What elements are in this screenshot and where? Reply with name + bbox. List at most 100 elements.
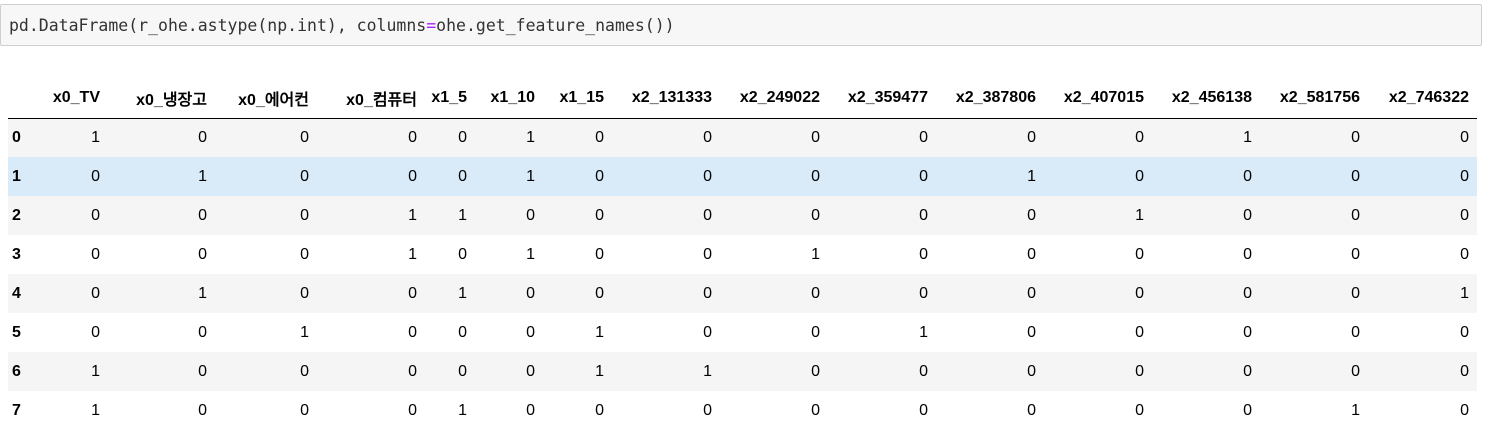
column-header: x0_에어컨	[215, 78, 317, 119]
table-cell: 0	[1351, 284, 1360, 302]
table-cell: 0	[811, 167, 820, 185]
table-cell: 0	[1243, 323, 1252, 341]
table-cell: 0	[1460, 128, 1469, 146]
table-cell: 1	[526, 128, 535, 146]
table-cell: 0	[91, 284, 100, 302]
table-cell: 1	[458, 284, 467, 302]
table-cell: 0	[595, 245, 604, 263]
table-cell: 1	[526, 245, 535, 263]
table-row: 7 1 0 0 0 1 0 0 0 0 0 0 0 0 1 0	[8, 391, 1477, 430]
table-cell: 0	[1027, 245, 1036, 263]
table-cell: 0	[811, 323, 820, 341]
table-cell: 0	[300, 401, 309, 419]
table-cell: 0	[198, 401, 207, 419]
table-row: 4 0 1 0 0 1 0 0 0 0 0 0 0 0 0 1	[8, 274, 1477, 313]
table-cell: 1	[458, 401, 467, 419]
table-cell: 0	[1027, 284, 1036, 302]
table-cell: 0	[1243, 206, 1252, 224]
table-cell: 0	[198, 245, 207, 263]
column-header: x0_냉장고	[108, 78, 215, 119]
table-cell: 0	[300, 206, 309, 224]
table-cell: 0	[408, 167, 417, 185]
table-cell: 1	[595, 362, 604, 380]
table-cell: 0	[1135, 401, 1144, 419]
code-cell-input[interactable]: pd.DataFrame(r_ohe.astype(np.int), colum…	[0, 4, 1482, 46]
table-cell: 0	[703, 284, 712, 302]
table-cell: 0	[811, 206, 820, 224]
table-header-row: x0_TV x0_냉장고 x0_에어컨 x0_컴퓨터 x1_5 x1_10 x1_15 x2_…	[8, 78, 1477, 119]
column-header: x2_387806	[936, 78, 1044, 119]
table-cell: 0	[811, 401, 820, 419]
table-cell: 0	[458, 167, 467, 185]
table-cell: 0	[1351, 167, 1360, 185]
table-cell: 1	[408, 206, 417, 224]
table-cell: 0	[919, 284, 928, 302]
row-index: 0	[12, 128, 21, 146]
table-cell: 0	[1027, 401, 1036, 419]
code-text-suffix: ohe.get_feature_names())	[436, 15, 675, 35]
table-cell: 0	[703, 245, 712, 263]
table-cell: 0	[1243, 401, 1252, 419]
column-header: x2_359477	[828, 78, 936, 119]
cell-output: x0_TV x0_냉장고 x0_에어컨 x0_컴퓨터 x1_5 x1_10 x1_15 x2_…	[8, 78, 1477, 430]
table-cell: 0	[1351, 323, 1360, 341]
table-cell: 1	[811, 245, 820, 263]
table-cell: 0	[526, 284, 535, 302]
table-cell: 1	[1135, 206, 1144, 224]
code-text-prefix: pd.DataFrame(r_ohe.astype(np.int), colum…	[9, 15, 427, 35]
table-cell: 0	[300, 362, 309, 380]
table-cell: 1	[919, 323, 928, 341]
table-cell: 0	[1351, 245, 1360, 263]
table-row: 3 0 0 0 1 0 1 0 0 1 0 0 0 0 0 0	[8, 235, 1477, 274]
table-cell: 0	[458, 128, 467, 146]
table-cell: 0	[595, 401, 604, 419]
row-index: 2	[12, 206, 21, 224]
table-cell: 0	[595, 206, 604, 224]
column-header: x2_456138	[1152, 78, 1260, 119]
table-cell: 0	[1460, 167, 1469, 185]
table-cell: 0	[1135, 128, 1144, 146]
table-cell: 1	[91, 401, 100, 419]
table-cell: 0	[1460, 323, 1469, 341]
table-cell: 1	[458, 206, 467, 224]
table-cell: 0	[408, 284, 417, 302]
table-cell: 0	[1243, 167, 1252, 185]
table-cell: 0	[526, 362, 535, 380]
column-header: x2_249022	[720, 78, 828, 119]
table-cell: 0	[1243, 284, 1252, 302]
table-cell: 0	[1135, 362, 1144, 380]
table-cell: 0	[703, 128, 712, 146]
table-cell: 1	[300, 323, 309, 341]
table-cell: 1	[1027, 167, 1036, 185]
table-cell: 0	[919, 401, 928, 419]
table-cell: 0	[919, 362, 928, 380]
column-header: x2_131333	[612, 78, 720, 119]
table-cell: 0	[1027, 323, 1036, 341]
table-row: 5 0 0 1 0 0 0 1 0 0 1 0 0 0 0 0	[8, 313, 1477, 352]
row-index: 7	[12, 401, 21, 419]
table-row: 1 0 1 0 0 0 1 0 0 0 0 1 0 0 0 0	[8, 157, 1477, 196]
table-cell: 0	[1027, 206, 1036, 224]
table-cell: 1	[198, 284, 207, 302]
row-index: 3	[12, 245, 21, 263]
column-header: x1_5	[425, 78, 475, 119]
table-cell: 1	[91, 362, 100, 380]
table-cell: 0	[408, 362, 417, 380]
table-cell: 0	[198, 206, 207, 224]
table-cell: 0	[408, 323, 417, 341]
table-cell: 0	[1460, 362, 1469, 380]
column-header: x0_TV	[38, 78, 108, 119]
table-cell: 1	[703, 362, 712, 380]
table-cell: 0	[300, 284, 309, 302]
table-cell: 0	[1027, 362, 1036, 380]
table-cell: 0	[811, 362, 820, 380]
table-cell: 0	[526, 323, 535, 341]
column-header: x2_746322	[1368, 78, 1477, 119]
column-header: x0_컴퓨터	[317, 78, 425, 119]
row-index: 6	[12, 362, 21, 380]
table-cell: 0	[300, 167, 309, 185]
table-cell: 0	[1135, 245, 1144, 263]
table-cell: 0	[198, 128, 207, 146]
table-cell: 0	[919, 167, 928, 185]
table-cell: 0	[408, 401, 417, 419]
